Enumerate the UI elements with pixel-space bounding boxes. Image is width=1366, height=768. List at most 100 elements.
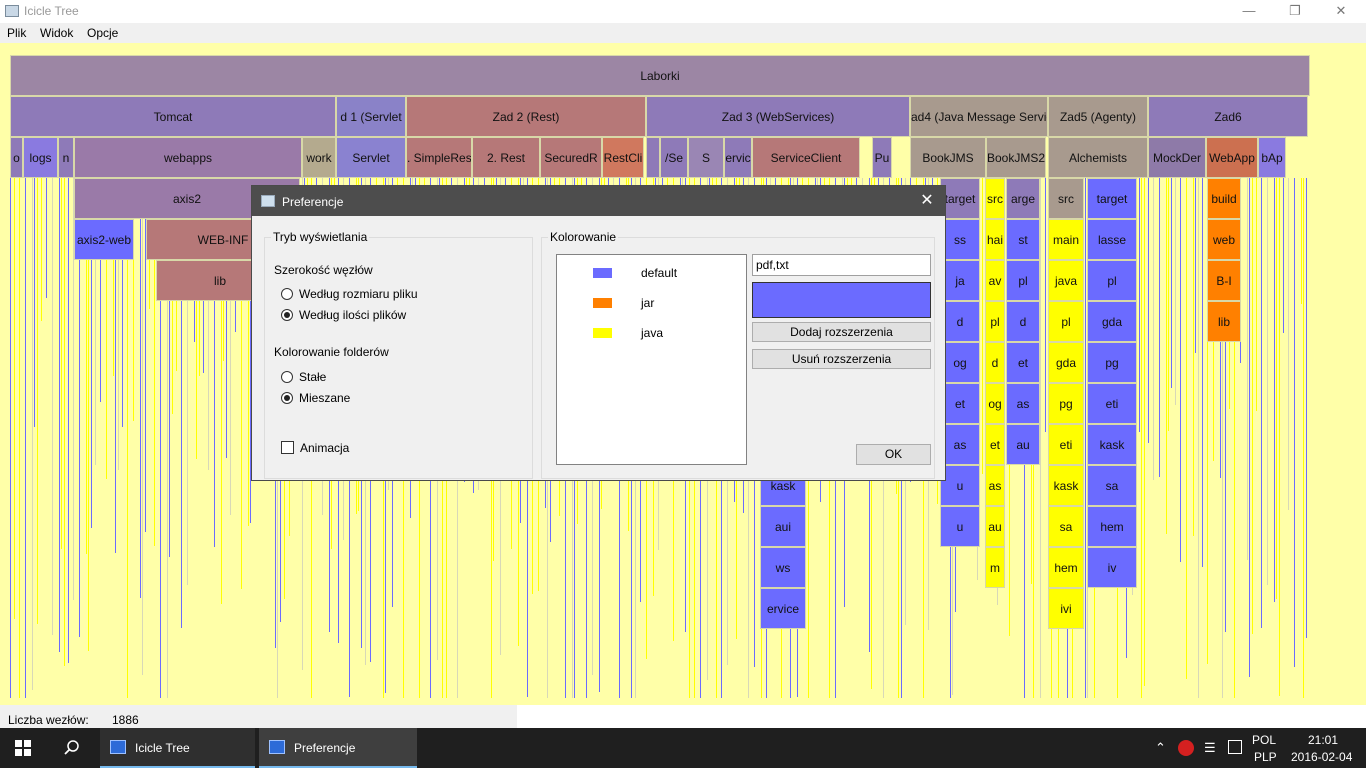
column-cell[interactable]: og xyxy=(985,383,1005,424)
radio-folder-constant-label[interactable]: Stałe xyxy=(299,370,326,384)
node-n[interactable]: n xyxy=(58,137,74,178)
node-pu[interactable]: Pu xyxy=(872,137,892,178)
column-cell[interactable]: as xyxy=(1006,383,1040,424)
add-extensions-button[interactable]: Dodaj rozszerzenia xyxy=(752,322,931,342)
radio-size-by-file-count[interactable] xyxy=(281,309,293,321)
radio-size-by-file-size-label[interactable]: Według rozmiaru pliku xyxy=(299,287,418,301)
column-cell[interactable]: main xyxy=(1048,219,1084,260)
node-o[interactable]: o xyxy=(10,137,23,178)
column-cell[interactable]: pg xyxy=(1087,342,1137,383)
column-cell[interactable]: pg xyxy=(1048,383,1084,424)
node-tomcat[interactable]: Tomcat xyxy=(10,96,336,137)
column-cell[interactable]: au xyxy=(1006,424,1040,465)
column-cell[interactable]: ss xyxy=(940,219,980,260)
column-cell[interactable]: et xyxy=(940,383,980,424)
column-cell[interactable]: av xyxy=(985,260,1005,301)
dialog-close-icon[interactable]: ✕ xyxy=(915,190,939,212)
node-simplerest[interactable]: . SimpleRes xyxy=(406,137,472,178)
column-cell[interactable]: ivi xyxy=(1048,588,1084,629)
node-servlet[interactable]: Servlet xyxy=(336,137,406,178)
node-rest[interactable]: 2. Rest xyxy=(472,137,540,178)
column-cell[interactable]: build xyxy=(1207,178,1241,219)
node-zad6[interactable]: Zad6 xyxy=(1148,96,1308,137)
column-cell[interactable]: lasse xyxy=(1087,219,1137,260)
column-cell[interactable]: m xyxy=(985,547,1005,588)
node-logs[interactable]: logs xyxy=(23,137,58,178)
clock-time[interactable]: 21:01 xyxy=(1308,733,1338,747)
column-cell[interactable]: hem xyxy=(1048,547,1084,588)
extension-input[interactable] xyxy=(752,254,931,276)
column-cell[interactable]: st xyxy=(1006,219,1040,260)
column-cell[interactable]: as xyxy=(940,424,980,465)
column-cell[interactable]: kask xyxy=(1087,424,1137,465)
ext-jar-label[interactable]: jar xyxy=(641,296,654,310)
radio-size-by-file-size[interactable] xyxy=(281,288,293,300)
close-window-icon[interactable]: ✕ xyxy=(1318,0,1364,23)
menu-plik[interactable]: Plik xyxy=(7,26,26,40)
column-cell[interactable]: gda xyxy=(1087,301,1137,342)
clock-date[interactable]: 2016-02-04 xyxy=(1291,750,1352,764)
column-cell[interactable]: d xyxy=(940,301,980,342)
minimize-icon[interactable]: — xyxy=(1226,0,1272,23)
wifi-icon[interactable]: ☰ xyxy=(1204,740,1216,756)
node-bookjms2[interactable]: BookJMS2 xyxy=(986,137,1046,178)
ok-button[interactable]: OK xyxy=(856,444,931,465)
node-bookjms[interactable]: BookJMS xyxy=(910,137,986,178)
column-cell[interactable]: et xyxy=(1006,342,1040,383)
column-cell[interactable]: pl xyxy=(1006,260,1040,301)
column-cell[interactable]: og xyxy=(940,342,980,383)
node-securedrest[interactable]: SecuredR xyxy=(540,137,602,178)
ext-java-label[interactable]: java xyxy=(641,326,663,340)
restore-icon[interactable]: ❐ xyxy=(1272,0,1318,23)
column-cell[interactable]: au xyxy=(985,506,1005,547)
column-cell[interactable]: eti xyxy=(1048,424,1084,465)
column-cell[interactable]: u xyxy=(940,506,980,547)
column-cell[interactable]: target xyxy=(1087,178,1137,219)
node-s[interactable]: S xyxy=(688,137,724,178)
menu-widok[interactable]: Widok xyxy=(40,26,73,40)
node-zad4[interactable]: ad4 (Java Message Servic xyxy=(910,96,1048,137)
column-cell[interactable]: B-I xyxy=(1207,260,1241,301)
node-serviceclient[interactable]: ServiceClient xyxy=(752,137,860,178)
column-cell[interactable]: u xyxy=(940,465,980,506)
node-work[interactable]: work xyxy=(302,137,336,178)
column-cell[interactable]: kask xyxy=(1048,465,1084,506)
node-webapp[interactable]: WebApp xyxy=(1206,137,1258,178)
column-cell[interactable]: ervice xyxy=(760,588,806,629)
column-cell[interactable]: web xyxy=(1207,219,1241,260)
radio-folder-constant[interactable] xyxy=(281,371,293,383)
input-language[interactable]: POL xyxy=(1252,733,1276,747)
menu-opcje[interactable]: Opcje xyxy=(87,26,118,40)
extension-list[interactable]: default jar java xyxy=(556,254,747,465)
radio-size-by-file-count-label[interactable]: Według ilości plików xyxy=(299,308,406,322)
column-cell[interactable]: gda xyxy=(1048,342,1084,383)
node-webapps[interactable]: webapps xyxy=(74,137,302,178)
column-cell[interactable]: eti xyxy=(1087,383,1137,424)
column-cell[interactable]: d xyxy=(985,342,1005,383)
column-cell[interactable]: pl xyxy=(1087,260,1137,301)
antivirus-tray-icon[interactable] xyxy=(1178,740,1194,756)
column-cell[interactable]: pl xyxy=(1048,301,1084,342)
remove-extensions-button[interactable]: Usuń rozszerzenia xyxy=(752,349,931,369)
taskbar-preferencje[interactable]: Preferencje xyxy=(259,728,417,768)
node-zad5[interactable]: Zad5 (Agenty) xyxy=(1048,96,1148,137)
radio-folder-mixed-label[interactable]: Mieszane xyxy=(299,391,350,405)
node-restclient[interactable]: RestCli xyxy=(602,137,644,178)
node-v[interactable] xyxy=(646,137,660,178)
keyboard-layout[interactable]: PLP xyxy=(1254,750,1277,764)
column-cell[interactable]: src xyxy=(985,178,1005,219)
node-zad3[interactable]: Zad 3 (WebServices) xyxy=(646,96,910,137)
column-cell[interactable]: sa xyxy=(1087,465,1137,506)
column-cell[interactable]: et xyxy=(985,424,1005,465)
node-alchemists[interactable]: Alchemists xyxy=(1048,137,1148,178)
column-cell[interactable]: iv xyxy=(1087,547,1137,588)
node-laborki[interactable]: Laborki xyxy=(10,55,1310,96)
column-cell[interactable]: arge xyxy=(1006,178,1040,219)
animation-label[interactable]: Animacja xyxy=(300,441,349,455)
action-center-icon[interactable] xyxy=(1228,740,1242,754)
column-cell[interactable]: lib xyxy=(1207,301,1241,342)
column-cell[interactable]: hai xyxy=(985,219,1005,260)
node-zad1[interactable]: d 1 (Servlet xyxy=(336,96,406,137)
column-cell[interactable]: hem xyxy=(1087,506,1137,547)
column-cell[interactable]: aui xyxy=(760,506,806,547)
